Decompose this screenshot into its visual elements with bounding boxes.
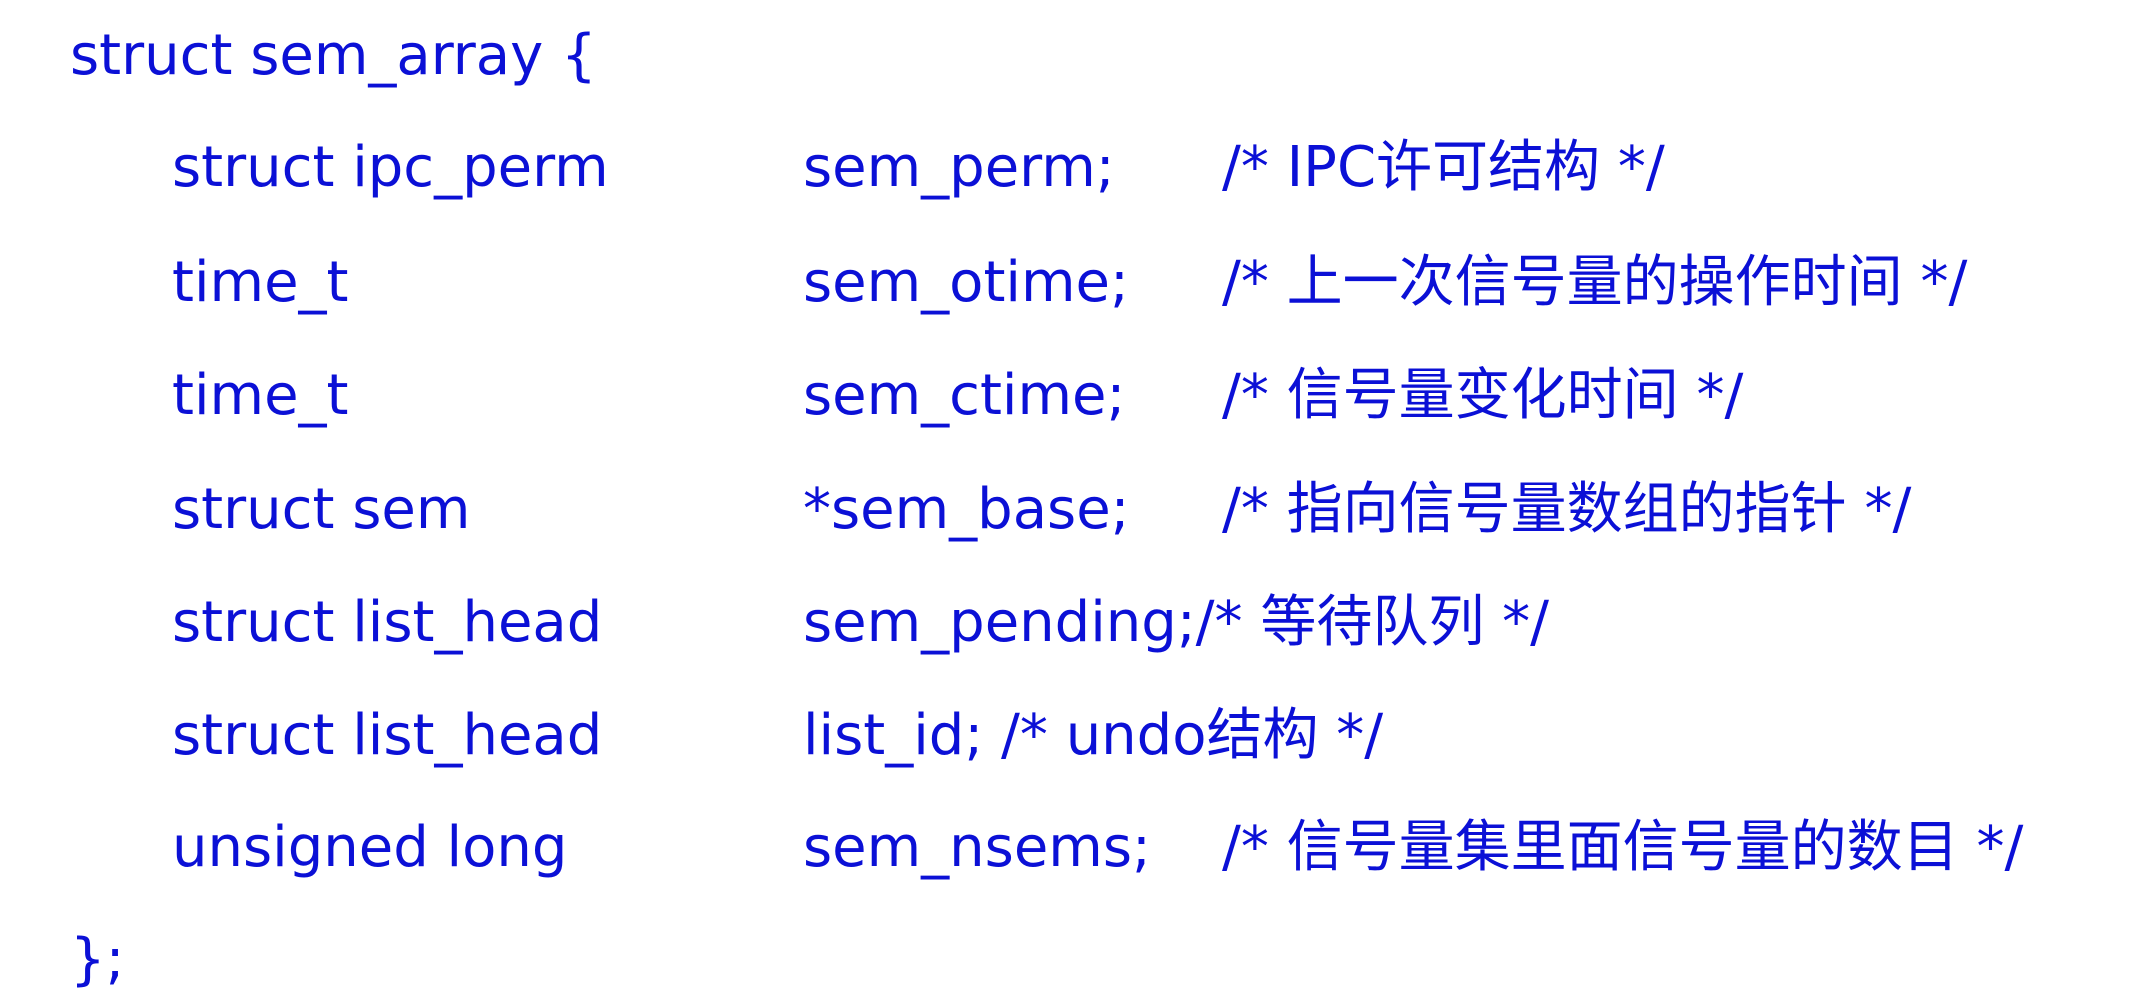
field-name-sem-base: *sem_base; xyxy=(803,477,1130,542)
field-comment-sem-base: /* 指向信号量数组的指针 */ xyxy=(1222,477,1912,542)
field-type-unsigned-long: unsigned long xyxy=(172,815,568,880)
field-name-list-id: list_id; /* undo结构 */ xyxy=(803,703,1384,768)
struct-declaration-close: }; xyxy=(70,927,125,992)
field-name-sem-otime: sem_otime; xyxy=(803,250,1129,315)
field-type-ctime: time_t xyxy=(172,363,349,428)
field-comment-sem-ctime: /* 信号量变化时间 */ xyxy=(1222,363,1744,428)
field-name-sem-pending: sem_pending;/* 等待队列 */ xyxy=(803,590,1550,655)
struct-declaration-open: struct sem_array { xyxy=(70,23,597,88)
field-name-sem-nsems: sem_nsems; xyxy=(803,815,1151,880)
field-type-sem: struct sem xyxy=(172,477,471,542)
field-type-list-head: struct list_head xyxy=(172,703,603,768)
field-type-otime: time_t xyxy=(172,250,349,315)
field-comment-sem-nsems: /* 信号量集里面信号量的数目 */ xyxy=(1222,815,2024,880)
field-type-ipc-perm: struct ipc_perm xyxy=(172,135,609,200)
field-comment-sem-otime: /* 上一次信号量的操作时间 */ xyxy=(1222,250,1968,315)
field-name-sem-perm: sem_perm; xyxy=(803,135,1115,200)
field-comment-sem-perm: /* IPC许可结构 */ xyxy=(1222,135,1665,200)
field-type-list-head: struct list_head xyxy=(172,590,603,655)
field-name-sem-ctime: sem_ctime; xyxy=(803,363,1126,428)
